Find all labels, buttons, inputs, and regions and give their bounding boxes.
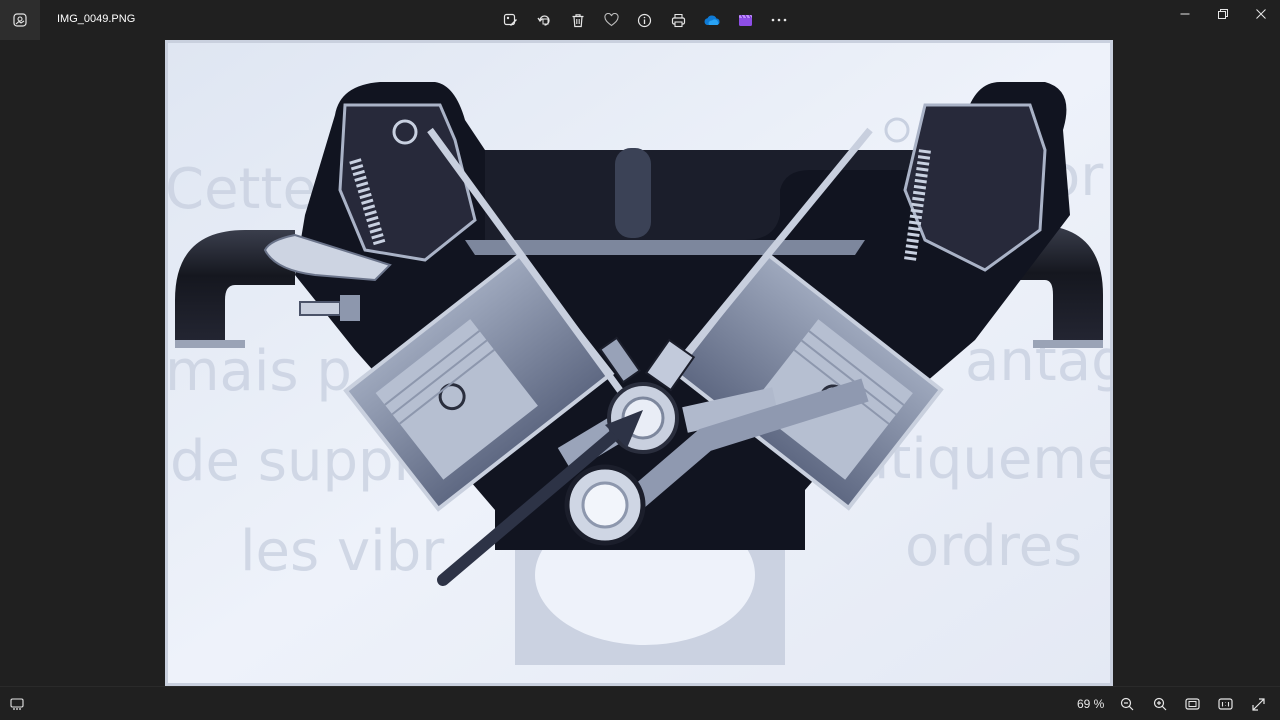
- zoom-level[interactable]: 69 %: [1077, 697, 1104, 711]
- info-icon: [638, 13, 652, 27]
- minimize-button[interactable]: [1166, 0, 1204, 28]
- zoom-in-button[interactable]: [1143, 687, 1176, 720]
- close-button[interactable]: [1242, 0, 1280, 28]
- fit-to-window-button[interactable]: [1176, 687, 1209, 720]
- photos-app-icon[interactable]: [0, 0, 40, 40]
- actual-size-icon: [1218, 698, 1233, 710]
- edit-image-icon: [504, 13, 518, 26]
- window-controls: [1166, 0, 1280, 28]
- zoom-out-icon: [1120, 697, 1133, 711]
- filmstrip-icon: [10, 698, 24, 710]
- more-options-button[interactable]: [762, 8, 796, 32]
- print-icon: [671, 13, 685, 27]
- title-bar: IMG_0049.PNG: [0, 0, 1280, 40]
- rotate-button[interactable]: [528, 8, 562, 32]
- delete-button[interactable]: [561, 8, 595, 32]
- zoom-tools: [1110, 687, 1275, 720]
- onedrive-button[interactable]: [695, 8, 729, 32]
- minimize-icon: [1180, 13, 1190, 15]
- rotate-icon: [537, 14, 550, 26]
- print-button[interactable]: [662, 8, 696, 32]
- restore-button[interactable]: [1204, 0, 1242, 28]
- top-toolbar: [494, 8, 796, 32]
- more-icon: [771, 18, 787, 22]
- fit-window-icon: [1185, 698, 1200, 710]
- watermark-line: Cette: [165, 157, 317, 222]
- file-name: IMG_0049.PNG: [57, 13, 136, 25]
- favorite-icon: [604, 13, 619, 27]
- clipchamp-button[interactable]: [729, 8, 763, 32]
- onedrive-icon: [704, 15, 720, 25]
- full-screen-icon: [1252, 697, 1265, 711]
- image-viewer[interactable]: Cette metor mais p antag de supprim atiq…: [0, 40, 1280, 686]
- favorite-button[interactable]: [595, 8, 629, 32]
- displayed-photo: Cette metor mais p antag de supprim atiq…: [165, 40, 1113, 686]
- full-screen-button[interactable]: [1242, 687, 1275, 720]
- close-icon: [1256, 9, 1266, 19]
- zoom-out-button[interactable]: [1110, 687, 1143, 720]
- info-button[interactable]: [628, 8, 662, 32]
- watermark-line: les vibr: [240, 519, 445, 584]
- delete-icon: [572, 13, 584, 27]
- status-bar: 69 %: [0, 686, 1280, 720]
- restore-icon: [1218, 9, 1228, 19]
- watermark-line: ordres: [905, 514, 1082, 579]
- filmstrip-button[interactable]: [0, 687, 34, 720]
- zoom-in-icon: [1153, 697, 1166, 711]
- clipchamp-icon: [738, 14, 752, 26]
- actual-size-button[interactable]: [1209, 687, 1242, 720]
- edit-image-button[interactable]: [494, 8, 528, 32]
- watermark-line: mais p: [165, 339, 352, 404]
